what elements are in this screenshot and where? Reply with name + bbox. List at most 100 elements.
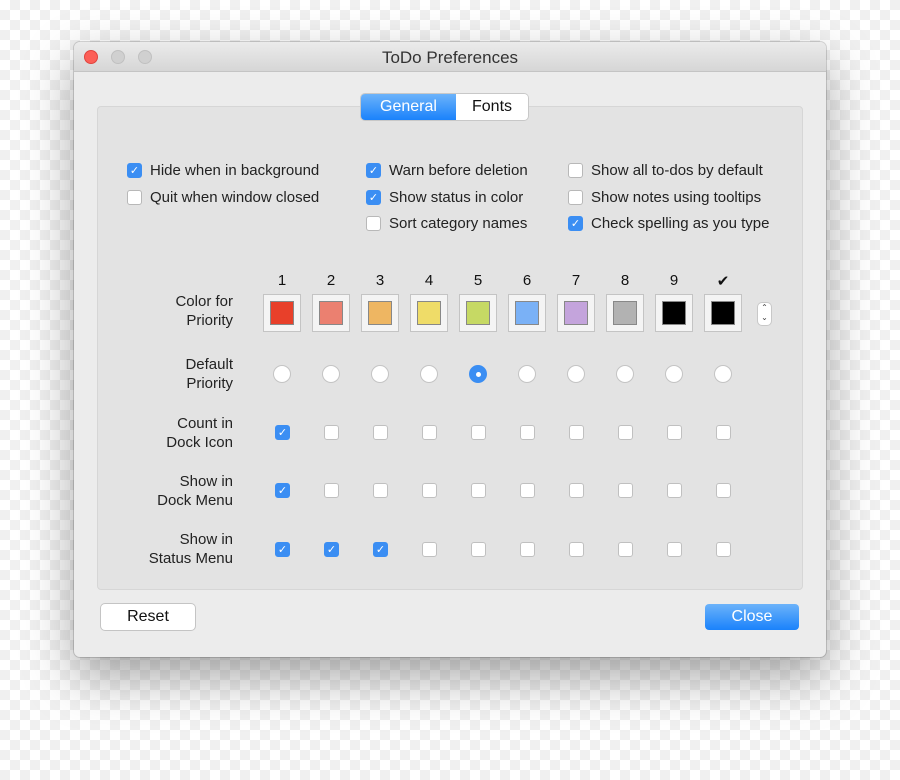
unchecked-box: [568, 190, 583, 205]
checked-icon: ✓: [568, 216, 583, 231]
count-in-dock-icon-checkbox[interactable]: [422, 425, 437, 440]
unchecked-box: [568, 163, 583, 178]
row-label-color: Color for Priority: [175, 293, 233, 329]
checked-icon: ✓: [366, 190, 381, 205]
show-in-status-menu-checkbox[interactable]: [618, 542, 633, 557]
show-in-dock-menu-checkbox[interactable]: [716, 483, 731, 498]
show-in-dock-menu-checkbox[interactable]: [324, 483, 339, 498]
default-priority-radio[interactable]: [371, 365, 389, 383]
default-priority-radio[interactable]: [518, 365, 536, 383]
show-in-status-menu-checkbox[interactable]: [520, 542, 535, 557]
color-swatch: [466, 301, 490, 325]
count-in-dock-icon-checkbox[interactable]: [618, 425, 633, 440]
row-label-dockmenu: Show in Dock Menu: [157, 473, 233, 509]
default-priority-radio[interactable]: [714, 365, 732, 383]
priority-color-well[interactable]: [410, 294, 448, 332]
priority-column-header: 4: [424, 272, 434, 289]
show-in-dock-menu-checkbox[interactable]: [422, 483, 437, 498]
title-bar: ToDo Preferences: [74, 42, 826, 72]
default-priority-radio[interactable]: [665, 365, 683, 383]
color-swatch: [613, 301, 637, 325]
count-in-dock-icon-checkbox[interactable]: [520, 425, 535, 440]
count-in-dock-icon-checkbox[interactable]: [471, 425, 486, 440]
color-swatch: [515, 301, 539, 325]
show-in-dock-menu-checkbox[interactable]: [667, 483, 682, 498]
show-in-dock-menu-checkbox[interactable]: [373, 483, 388, 498]
show-in-status-menu-checkbox[interactable]: [667, 542, 682, 557]
show-in-status-menu-checkbox[interactable]: ✓: [324, 542, 339, 557]
option-checkbox[interactable]: Show notes using tooltips: [568, 189, 761, 206]
option-label: Quit when window closed: [150, 189, 320, 206]
priority-column-header: ✔: [716, 273, 730, 290]
color-stepper[interactable]: ⌃ ⌄: [758, 303, 771, 325]
show-in-status-menu-checkbox[interactable]: ✓: [373, 542, 388, 557]
color-swatch: [564, 301, 588, 325]
option-checkbox[interactable]: Quit when window closed: [127, 189, 319, 206]
priority-color-well[interactable]: [704, 294, 742, 332]
show-in-status-menu-checkbox[interactable]: [716, 542, 731, 557]
show-in-dock-menu-checkbox[interactable]: ✓: [275, 483, 290, 498]
option-checkbox[interactable]: Sort category names: [366, 215, 527, 232]
color-swatch: [417, 301, 441, 325]
priority-column-header: 1: [277, 272, 287, 289]
default-priority-radio[interactable]: [469, 365, 487, 383]
default-priority-radio[interactable]: [322, 365, 340, 383]
show-in-dock-menu-checkbox[interactable]: [471, 483, 486, 498]
color-swatch: [368, 301, 392, 325]
priority-column-header: 5: [473, 272, 483, 289]
color-swatch: [319, 301, 343, 325]
option-label: Show all to-dos by default: [591, 162, 763, 179]
show-in-dock-menu-checkbox[interactable]: [520, 483, 535, 498]
priority-column-header: 3: [375, 272, 385, 289]
priority-color-well[interactable]: [655, 294, 693, 332]
show-in-dock-menu-checkbox[interactable]: [618, 483, 633, 498]
option-label: Show status in color: [389, 189, 524, 206]
color-swatch: [662, 301, 686, 325]
option-label: Warn before deletion: [389, 162, 528, 179]
priority-color-well[interactable]: [312, 294, 350, 332]
priority-color-well[interactable]: [508, 294, 546, 332]
reset-button[interactable]: Reset: [101, 604, 195, 630]
tab-fonts[interactable]: Fonts: [456, 94, 529, 120]
priority-color-well[interactable]: [606, 294, 644, 332]
option-checkbox[interactable]: ✓ Warn before deletion: [366, 162, 528, 179]
priority-column-header: 2: [326, 272, 336, 289]
window-title: ToDo Preferences: [381, 48, 519, 67]
checked-icon: ✓: [366, 163, 381, 178]
count-in-dock-icon-checkbox[interactable]: [324, 425, 339, 440]
option-checkbox[interactable]: ✓ Check spelling as you type: [568, 215, 769, 232]
close-button[interactable]: Close: [705, 604, 799, 630]
count-in-dock-icon-checkbox[interactable]: [569, 425, 584, 440]
default-priority-radio[interactable]: [616, 365, 634, 383]
option-checkbox[interactable]: ✓ Show status in color: [366, 189, 523, 206]
option-label: Show notes using tooltips: [591, 189, 762, 206]
option-label: Hide when in background: [150, 162, 320, 179]
count-in-dock-icon-checkbox[interactable]: [667, 425, 682, 440]
default-priority-radio[interactable]: [273, 365, 291, 383]
option-checkbox[interactable]: Show all to-dos by default: [568, 162, 763, 179]
priority-color-well[interactable]: [557, 294, 595, 332]
show-in-dock-menu-checkbox[interactable]: [569, 483, 584, 498]
show-in-status-menu-checkbox[interactable]: [569, 542, 584, 557]
color-swatch: [270, 301, 294, 325]
priority-column-header: 7: [571, 272, 581, 289]
default-priority-radio[interactable]: [420, 365, 438, 383]
option-checkbox[interactable]: ✓ Hide when in background: [127, 162, 319, 179]
default-priority-radio[interactable]: [567, 365, 585, 383]
color-swatch: [711, 301, 735, 325]
count-in-dock-icon-checkbox[interactable]: [373, 425, 388, 440]
chevron-down-icon: ⌄: [761, 313, 768, 322]
show-in-status-menu-checkbox[interactable]: [471, 542, 486, 557]
count-in-dock-icon-checkbox[interactable]: [716, 425, 731, 440]
show-in-status-menu-checkbox[interactable]: ✓: [275, 542, 290, 557]
checked-icon: ✓: [127, 163, 142, 178]
row-label-count: Count in Dock Icon: [166, 415, 233, 451]
priority-color-well[interactable]: [263, 294, 301, 332]
tab-general[interactable]: General: [361, 94, 456, 120]
unchecked-box: [366, 216, 381, 231]
priority-color-well[interactable]: [361, 294, 399, 332]
priority-column-header: 8: [620, 272, 630, 289]
count-in-dock-icon-checkbox[interactable]: ✓: [275, 425, 290, 440]
priority-color-well[interactable]: [459, 294, 497, 332]
show-in-status-menu-checkbox[interactable]: [422, 542, 437, 557]
